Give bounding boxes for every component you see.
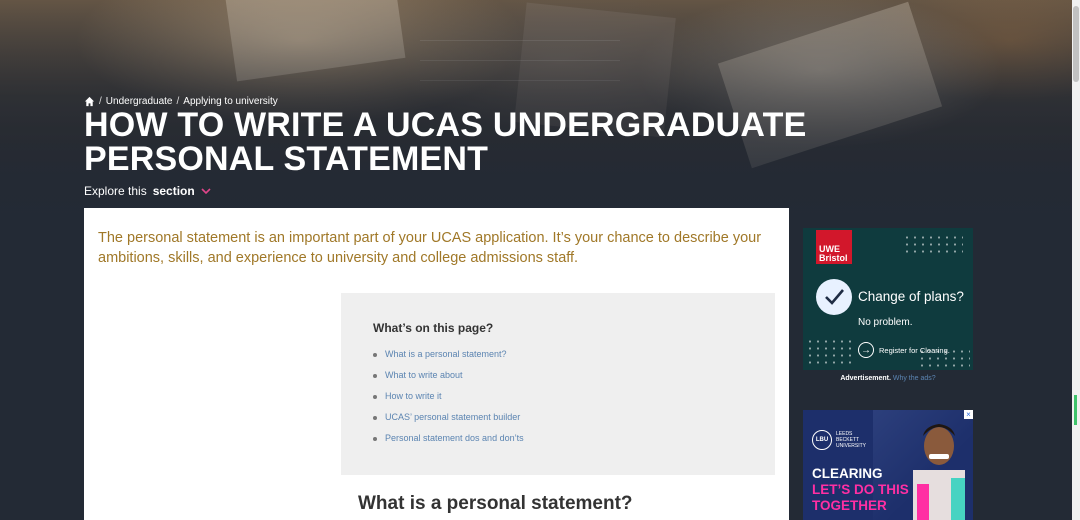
ad-label-text: Advertisement. bbox=[840, 375, 891, 382]
explore-section-toggle[interactable]: Explore this section bbox=[84, 184, 211, 198]
uni-line3: UNIVERSITY bbox=[836, 443, 867, 449]
section-heading: What is a personal statement? bbox=[358, 493, 633, 514]
advertisement-label: Advertisement. Why the ads? bbox=[803, 375, 973, 382]
scrollbar-marker bbox=[1074, 395, 1077, 425]
toc-item: UCAS’ personal statement builder bbox=[373, 406, 524, 427]
toc-heading: What’s on this page? bbox=[373, 321, 494, 335]
toc-link-what-to-write[interactable]: What to write about bbox=[385, 370, 463, 380]
main-content: The personal statement is an important p… bbox=[84, 208, 789, 520]
advert-uwe[interactable]: UWE Bristol Change of plans? No problem.… bbox=[803, 228, 973, 370]
explore-prefix: Explore this bbox=[84, 184, 147, 198]
toc-link-how-to-write[interactable]: How to write it bbox=[385, 391, 442, 401]
person-image bbox=[913, 424, 965, 520]
bullet-icon bbox=[373, 436, 377, 441]
dot-pattern bbox=[806, 338, 854, 366]
toc-item: What is a personal statement? bbox=[373, 343, 524, 364]
bullet-icon bbox=[373, 352, 377, 357]
bullet-icon bbox=[373, 415, 377, 420]
scrollbar-thumb[interactable] bbox=[1073, 6, 1079, 82]
advert-leeds-beckett[interactable]: × LBU LEEDS BECKETT UNIVERSITY CLEARING … bbox=[803, 410, 973, 520]
table-of-contents: What’s on this page? What is a personal … bbox=[341, 293, 775, 475]
explore-bold: section bbox=[152, 184, 195, 198]
ad2-line2: LET’S DO THIS bbox=[812, 482, 909, 497]
ad-headline: Change of plans? bbox=[858, 289, 964, 304]
bullet-icon bbox=[373, 394, 377, 399]
toc-link-builder[interactable]: UCAS’ personal statement builder bbox=[385, 412, 520, 422]
university-crest-icon: LBU bbox=[812, 430, 832, 450]
checkmark-icon bbox=[816, 279, 852, 315]
ad-cta-label: Register for Clearing. bbox=[879, 345, 950, 355]
dot-pattern bbox=[903, 234, 963, 254]
intro-text: The personal statement is an important p… bbox=[98, 230, 762, 266]
close-icon[interactable]: × bbox=[964, 410, 973, 419]
toc-link-dos-donts[interactable]: Personal statement dos and don’ts bbox=[385, 433, 524, 443]
ad-cta[interactable]: → Register for Clearing. bbox=[858, 342, 950, 358]
why-ads-link[interactable]: Why the ads? bbox=[893, 375, 936, 382]
toc-item: Personal statement dos and don’ts bbox=[373, 427, 524, 448]
ad2-line1: CLEARING bbox=[812, 466, 883, 481]
page-title: HOW TO WRITE A UCAS UNDERGRADUATE PERSON… bbox=[84, 106, 807, 178]
toc-list: What is a personal statement? What to wr… bbox=[373, 343, 524, 448]
university-name: LEEDS BECKETT UNIVERSITY bbox=[836, 431, 866, 449]
leeds-beckett-logo: LBU LEEDS BECKETT UNIVERSITY bbox=[812, 430, 866, 450]
ad2-line3: TOGETHER bbox=[812, 498, 887, 513]
toc-item: How to write it bbox=[373, 385, 524, 406]
bullet-icon bbox=[373, 373, 377, 378]
uwe-logo: UWE Bristol bbox=[816, 230, 852, 264]
chevron-down-icon bbox=[201, 187, 211, 194]
arrow-right-icon: → bbox=[858, 342, 874, 358]
page-scrollbar[interactable] bbox=[1072, 0, 1080, 520]
checkmark-icon bbox=[825, 289, 844, 305]
ad-subtext: No problem. bbox=[858, 317, 913, 328]
toc-item: What to write about bbox=[373, 364, 524, 385]
logo-line2: Bristol bbox=[819, 253, 848, 263]
toc-link-what-is[interactable]: What is a personal statement? bbox=[385, 349, 507, 359]
